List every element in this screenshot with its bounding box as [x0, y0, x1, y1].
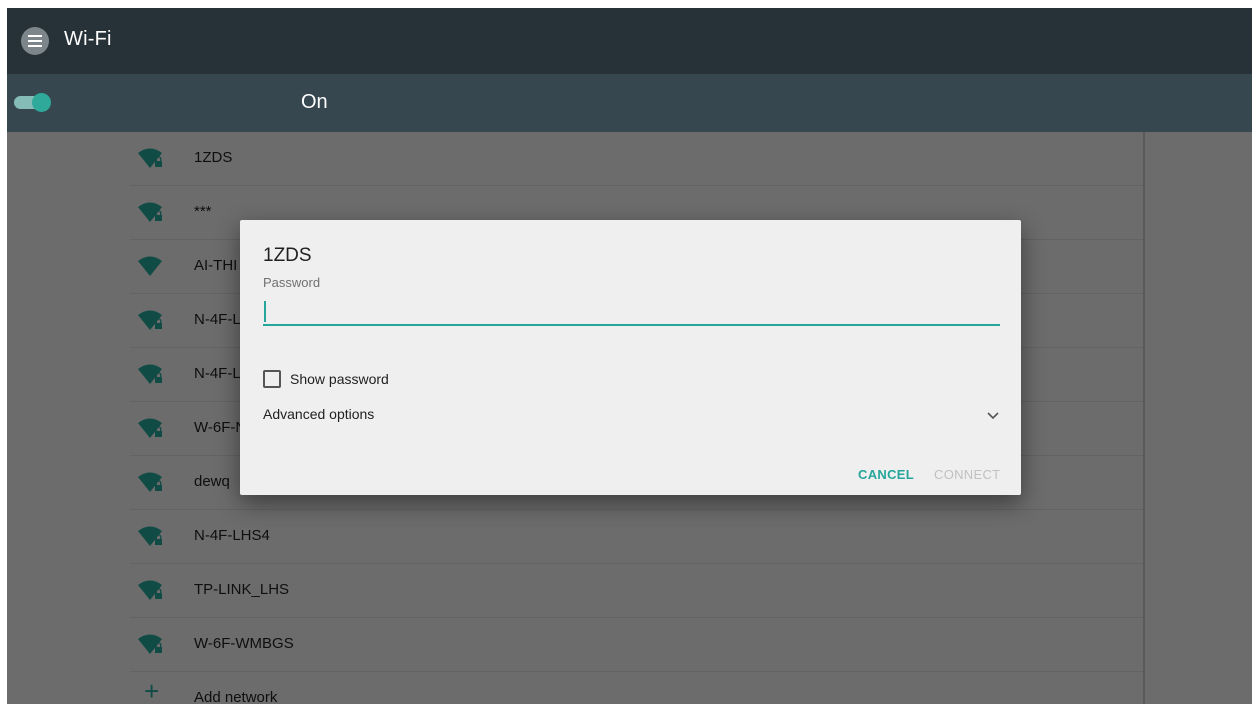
toggle-thumb: [32, 93, 51, 112]
wifi-state-label: On: [301, 91, 328, 113]
password-input[interactable]: [263, 300, 1000, 326]
chevron-down-icon[interactable]: [986, 408, 1000, 422]
advanced-options-label: Advanced options: [263, 406, 375, 422]
show-password-label: Show password: [290, 371, 389, 387]
show-password-checkbox-row[interactable]: Show password: [263, 370, 389, 388]
connect-button[interactable]: CONNECT: [934, 467, 1000, 482]
advanced-options-row[interactable]: Advanced options: [263, 406, 1000, 426]
wifi-toggle[interactable]: [12, 92, 51, 112]
menu-icon: [28, 35, 42, 47]
wifi-settings-screen: Wi-Fi On 1ZDS***AI-THIN-4F-LN-4F-LW-6F-N…: [7, 8, 1252, 704]
cancel-button[interactable]: CANCEL: [858, 467, 914, 482]
menu-button[interactable]: [21, 27, 49, 55]
password-label: Password: [263, 275, 321, 290]
app-bar: Wi-Fi: [7, 8, 1252, 74]
show-password-checkbox[interactable]: [263, 370, 281, 388]
dialog-title: 1ZDS: [263, 245, 312, 266]
wifi-switch-bar: On: [7, 74, 1252, 132]
page-title: Wi-Fi: [64, 28, 112, 50]
text-cursor: [264, 301, 266, 322]
wifi-password-dialog: 1ZDS Password Show password Advanced opt…: [240, 220, 1021, 495]
